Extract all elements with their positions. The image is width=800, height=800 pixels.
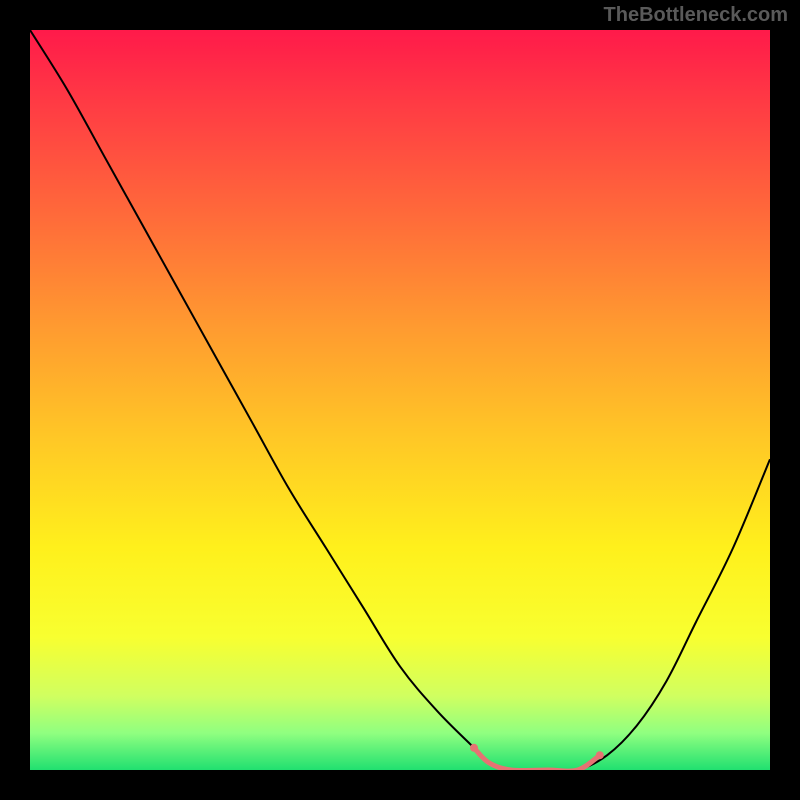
- chart-curve-layer: [30, 30, 770, 770]
- optimal-range-highlight: [470, 744, 604, 770]
- chart-plot-area: [30, 30, 770, 770]
- bottleneck-curve-path: [30, 30, 770, 770]
- watermark-text: TheBottleneck.com: [604, 4, 788, 27]
